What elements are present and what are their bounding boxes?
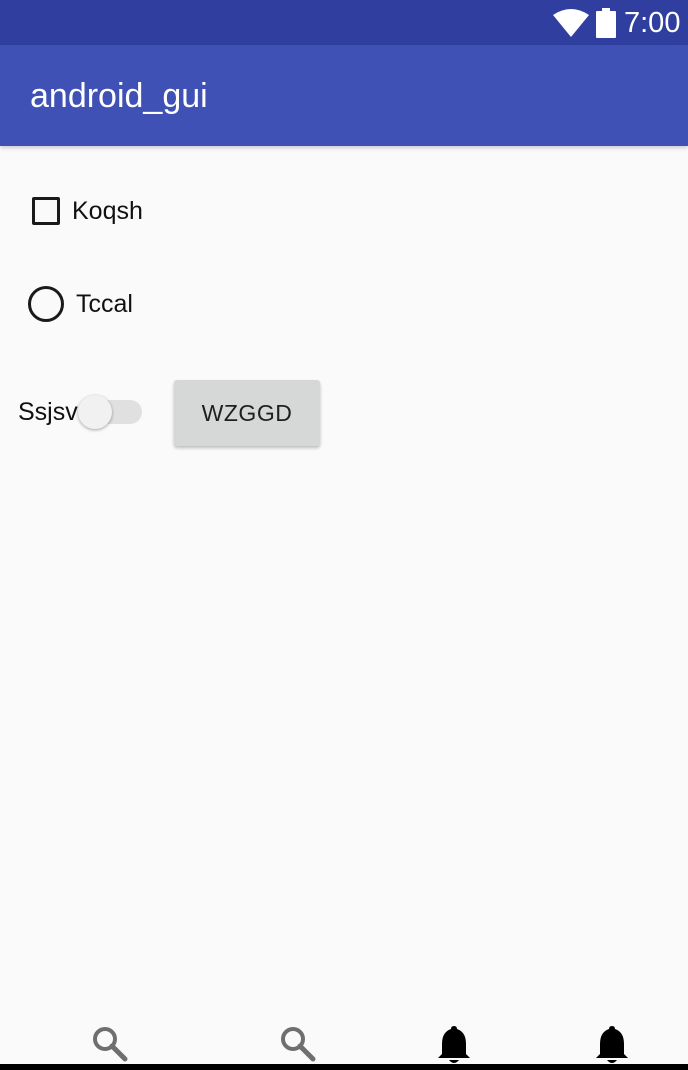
wzggd-button[interactable]: WZGGD xyxy=(174,380,320,446)
checkbox-box[interactable] xyxy=(32,197,60,225)
bell-icon[interactable] xyxy=(592,1024,632,1064)
radio-circle[interactable] xyxy=(28,286,64,322)
wifi-icon xyxy=(553,9,589,37)
search-icon[interactable] xyxy=(90,1024,130,1064)
switch-thumb[interactable] xyxy=(78,395,112,429)
search-icon[interactable] xyxy=(278,1024,318,1064)
switch-label: Ssjsv xyxy=(18,398,78,426)
battery-icon xyxy=(596,8,616,38)
bell-icon[interactable] xyxy=(434,1024,474,1064)
status-time: 7:00 xyxy=(624,7,681,39)
app-bar: android_gui xyxy=(0,45,688,146)
status-bar: 7:00 xyxy=(0,0,688,45)
radio-label: Tccal xyxy=(76,289,133,318)
app-title: android_gui xyxy=(30,77,208,115)
radio-tccal[interactable]: Tccal xyxy=(26,282,133,326)
checkbox-label: Koqsh xyxy=(72,196,143,225)
checkbox-koqsh[interactable]: Koqsh xyxy=(26,190,143,232)
bottom-divider xyxy=(0,1064,688,1070)
